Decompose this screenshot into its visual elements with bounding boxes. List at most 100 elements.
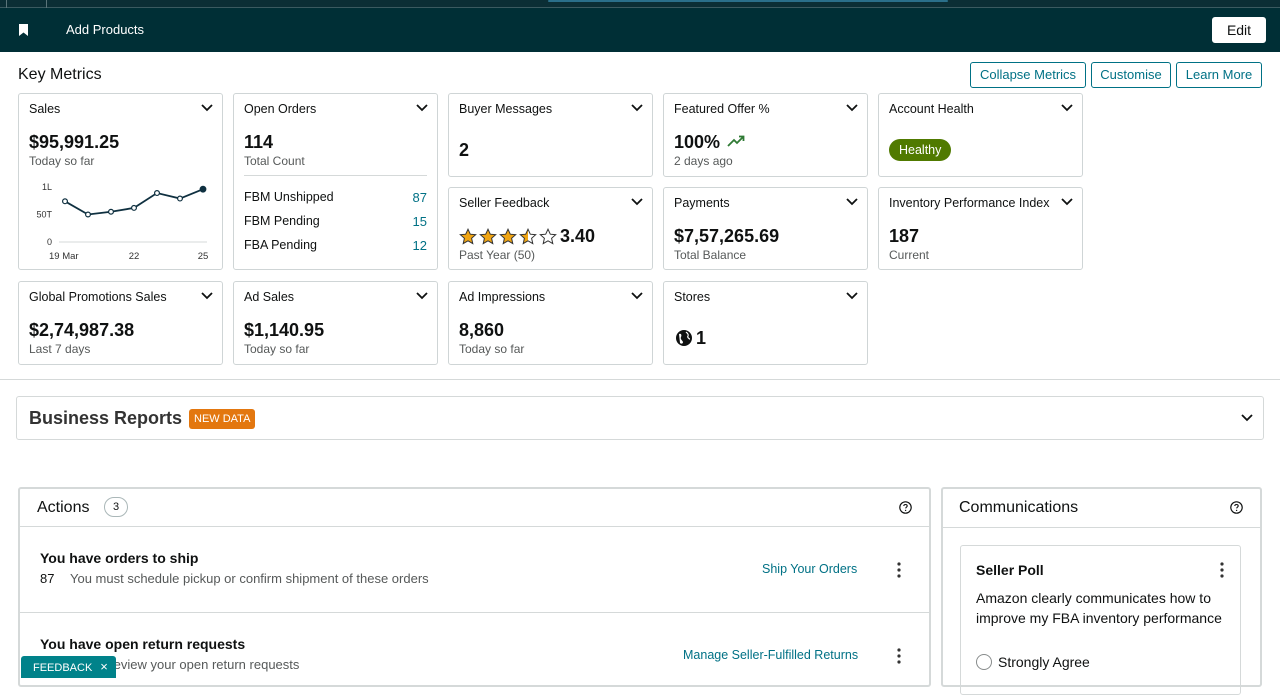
ad-impressions-sub: Today so far — [459, 342, 525, 356]
star-icon — [499, 228, 519, 246]
globe-icon — [676, 330, 692, 346]
actions-title: Actions — [37, 499, 90, 516]
ad-sales-sub: Today so far — [244, 342, 310, 356]
chevron-down-icon[interactable] — [416, 292, 428, 300]
card-title: Inventory Performance Index — [889, 196, 1050, 210]
data-point[interactable] — [177, 195, 184, 202]
collapse-metrics-button[interactable]: Collapse Metrics — [970, 62, 1086, 88]
inventory-performance-value: 187 — [889, 226, 920, 246]
inventory-performance-sub: Current — [889, 248, 930, 262]
more-options-icon[interactable] — [1220, 562, 1224, 578]
learn-more-button[interactable]: Learn More — [1176, 62, 1262, 88]
data-point[interactable] — [107, 208, 114, 215]
manage-returns-link[interactable]: Manage Seller-Fulfilled Returns — [683, 648, 858, 662]
actions-header: Actions 3 — [20, 489, 929, 527]
open-orders-sub: Total Count — [244, 154, 305, 168]
data-point[interactable] — [199, 185, 207, 193]
open-orders-value: 114 — [244, 132, 274, 152]
feedback-tab[interactable]: FEEDBACK × — [21, 656, 116, 678]
star-icon — [519, 228, 539, 246]
chevron-down-icon[interactable] — [846, 198, 858, 206]
star-icon — [479, 228, 499, 246]
order-row[interactable]: FBA Pending 12 — [244, 238, 427, 253]
order-row[interactable]: FBM Unshipped 87 — [244, 190, 427, 205]
order-row[interactable]: FBM Pending 15 — [244, 214, 427, 229]
data-point[interactable] — [154, 190, 161, 197]
card-title: Open Orders — [244, 102, 317, 116]
action-heading: You have open return requests — [40, 636, 246, 652]
chevron-down-icon[interactable] — [631, 104, 643, 112]
poll-title: Seller Poll — [976, 562, 1044, 578]
help-icon[interactable] — [899, 501, 912, 514]
sales-value: $95,991.25 — [29, 132, 120, 152]
payments-card[interactable]: Payments $7,57,265.69 Total Balance — [663, 187, 868, 270]
card-title: Payments — [674, 196, 730, 210]
top-strip — [0, 0, 1280, 8]
business-reports-section[interactable]: Business Reports NEW DATA — [16, 396, 1264, 440]
ad-impressions-card[interactable]: Ad Impressions 8,860 Today so far — [448, 281, 653, 365]
more-options-icon[interactable] — [897, 648, 901, 664]
star-icon — [459, 228, 479, 246]
inventory-performance-card[interactable]: Inventory Performance Index 187 Current — [878, 187, 1083, 270]
chevron-down-icon[interactable] — [846, 292, 858, 300]
new-data-badge: NEW DATA — [189, 409, 256, 429]
order-row-count[interactable]: 87 — [413, 190, 427, 205]
buyer-messages-card[interactable]: Buyer Messages 2 — [448, 93, 653, 177]
card-title: Sales — [29, 102, 61, 116]
search-bar-edge[interactable] — [548, 0, 948, 2]
chevron-down-icon[interactable] — [1241, 414, 1253, 422]
key-metrics-title: Key Metrics — [18, 66, 102, 83]
chevron-down-icon[interactable] — [201, 104, 213, 112]
card-title: Stores — [674, 290, 711, 304]
open-orders-card[interactable]: Open Orders 114 Total Count FBM Unshippe… — [233, 93, 438, 270]
star-rating — [459, 228, 559, 246]
top-strip-divider — [6, 0, 7, 8]
account-health-card[interactable]: Account Health Healthy — [878, 93, 1083, 177]
chevron-down-icon[interactable] — [1061, 104, 1073, 112]
top-strip-divider — [46, 0, 47, 8]
feedback-label[interactable]: FEEDBACK — [33, 662, 92, 674]
customise-button[interactable]: Customise — [1091, 62, 1171, 88]
data-point[interactable] — [84, 211, 91, 218]
featured-offer-card[interactable]: Featured Offer % 100% 2 days ago — [663, 93, 868, 177]
divider — [943, 527, 1260, 528]
payments-value: $7,57,265.69 — [674, 226, 780, 246]
global-promotions-card[interactable]: Global Promotions Sales $2,74,987.38 Las… — [18, 281, 223, 365]
data-point[interactable] — [130, 204, 137, 211]
featured-offer-value: 100% — [674, 132, 721, 152]
divider — [244, 175, 427, 176]
edit-button[interactable]: Edit — [1212, 17, 1266, 43]
seller-feedback-card[interactable]: Seller Feedback 3.40 Past Year (50) — [448, 187, 653, 270]
add-products-link[interactable]: Add Products — [66, 22, 144, 37]
order-row-count[interactable]: 12 — [413, 238, 427, 253]
radio-button[interactable] — [976, 654, 992, 670]
sales-card[interactable]: Sales $95,991.25 Today so far 1L 50T 0 19 M… — [18, 93, 223, 270]
stores-card[interactable]: Stores 1 — [663, 281, 868, 365]
card-title: Seller Feedback — [459, 196, 550, 210]
chevron-down-icon[interactable] — [846, 104, 858, 112]
page-toolbar: Add Products Edit — [0, 8, 1280, 52]
action-heading: You have orders to ship — [40, 550, 199, 566]
order-row-count[interactable]: 15 — [413, 214, 427, 229]
order-row-label: FBM Pending — [244, 214, 320, 228]
chevron-down-icon[interactable] — [201, 292, 213, 300]
stores-value: 1 — [696, 328, 707, 348]
chevron-down-icon[interactable] — [416, 104, 428, 112]
more-options-icon[interactable] — [897, 562, 901, 578]
sales-sub: Today so far — [29, 154, 95, 168]
close-icon[interactable]: × — [100, 659, 108, 674]
bookmark-icon[interactable] — [19, 24, 28, 36]
chevron-down-icon[interactable] — [631, 198, 643, 206]
ship-your-orders-link[interactable]: Ship Your Orders — [762, 562, 857, 576]
ad-impressions-value: 8,860 — [459, 320, 505, 340]
section-divider — [0, 379, 1280, 380]
help-icon[interactable] — [1230, 501, 1243, 514]
ad-sales-value: $1,140.95 — [244, 320, 325, 340]
ad-sales-card[interactable]: Ad Sales $1,140.95 Today so far — [233, 281, 438, 365]
poll-option[interactable]: Strongly Agree — [976, 654, 1090, 670]
chevron-down-icon[interactable] — [631, 292, 643, 300]
communications-panel: Communications Seller Poll Amazon clearl… — [941, 487, 1262, 695]
card-title: Ad Sales — [244, 290, 295, 304]
data-point[interactable] — [61, 198, 68, 205]
chevron-down-icon[interactable] — [1061, 198, 1073, 206]
